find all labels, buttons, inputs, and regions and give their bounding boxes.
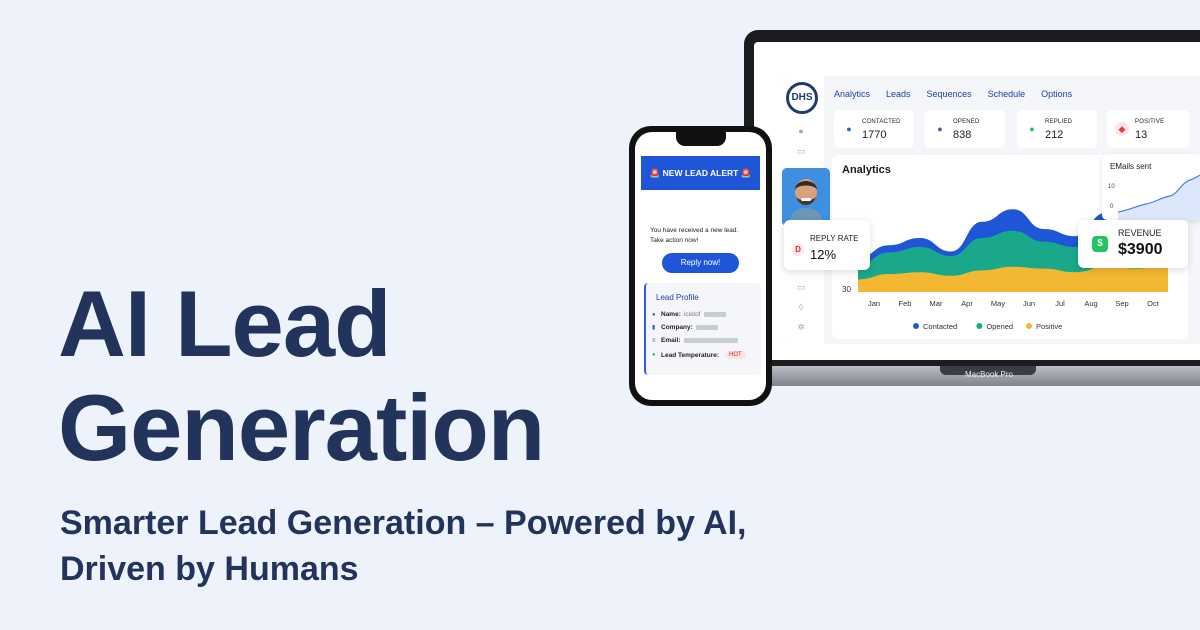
kpi-label: POSITIVE	[1135, 119, 1165, 125]
analytics-title: Analytics	[842, 164, 891, 176]
legend-swatch	[913, 323, 919, 329]
temperature-label: Lead Temperature:	[661, 351, 720, 359]
phone-notch	[676, 132, 726, 146]
user-icon: ●	[1029, 124, 1035, 134]
x-tick-label: Jan	[868, 299, 880, 308]
legend-label: Opened	[986, 322, 1013, 331]
person-icon: ●	[652, 352, 656, 358]
email-label: Email:	[661, 337, 681, 344]
kpi-label: OPENED	[953, 119, 980, 125]
dhs-logo: DHS	[786, 82, 818, 114]
x-tick-label: Apr	[961, 299, 973, 308]
laptop-label: MacBook Pro	[964, 370, 1014, 379]
hero-title: AI Lead Generation	[58, 271, 545, 480]
mail-icon[interactable]: ▭	[796, 282, 806, 292]
shield-icon: ◆	[1115, 122, 1129, 136]
emails-sent-card: EMails sent 10 0	[1102, 154, 1200, 220]
dollar-icon: $	[1092, 236, 1108, 252]
phone-mockup: 🚨 NEW LEAD ALERT 🚨 You have received a n…	[629, 126, 772, 406]
profile-email-row: ≡ Email:	[652, 337, 738, 344]
revenue-value: $3900	[1118, 241, 1163, 258]
lead-message-line2: Take action now!	[650, 237, 699, 244]
kpi-contacted: ● CONTACTED 1770	[834, 110, 914, 148]
dashboard-nav: Analytics Leads Sequences Schedule Optio…	[834, 89, 1072, 99]
hero-subtitle: Smarter Lead Generation – Powered by AI,…	[60, 500, 820, 592]
y-tick-label: 30	[842, 285, 851, 294]
hero-title-line2: Generation	[58, 375, 545, 480]
lead-message-line1: You have received a new lead.	[650, 227, 739, 234]
x-tick-label: Oct	[1147, 299, 1160, 308]
revenue-label: REVENUE	[1118, 228, 1162, 238]
redacted-bar	[703, 312, 726, 317]
nav-options[interactable]: Options	[1041, 89, 1072, 99]
hero-subtitle-line1: Smarter Lead Generation – Powered by AI,	[60, 504, 747, 542]
hot-badge: HOT	[725, 351, 746, 359]
shield-icon[interactable]: ◊	[796, 302, 806, 312]
kpi-value: 1770	[862, 129, 887, 141]
name-label: Name:	[661, 311, 681, 318]
x-tick-label: Feb	[899, 299, 912, 308]
legend-label: Contacted	[923, 322, 957, 331]
emails-sent-sparkline	[1118, 174, 1200, 220]
x-tick-label: Sep	[1115, 299, 1128, 308]
user-icon: ●	[652, 311, 656, 318]
chart-icon: ▮	[652, 324, 656, 331]
x-tick-label: May	[991, 299, 1005, 308]
nav-leads[interactable]: Leads	[886, 89, 911, 99]
x-tick-label: Jun	[1023, 299, 1035, 308]
kpi-opened: ● OPENED 838	[925, 110, 1005, 148]
legend-swatch	[976, 323, 983, 329]
lead-avatar-photo	[782, 168, 830, 226]
reply-rate-label: REPLY RATE	[810, 234, 859, 243]
legend-swatch	[1026, 323, 1032, 329]
company-label: Company:	[661, 324, 693, 331]
x-tick-label: Jul	[1055, 299, 1065, 308]
legend-label: Positive	[1036, 322, 1062, 331]
nav-schedule[interactable]: Schedule	[988, 89, 1026, 99]
redacted-bar	[683, 338, 738, 343]
kpi-value: 212	[1045, 129, 1064, 141]
gear-icon[interactable]: ✲	[796, 322, 806, 332]
name-value: icistof	[683, 311, 701, 318]
user-icon: ●	[846, 124, 852, 134]
kpi-label: CONTACTED	[862, 119, 901, 125]
revenue-card: $ REVENUE $3900	[1078, 220, 1188, 268]
phone-screen: 🚨 NEW LEAD ALERT 🚨 You have received a n…	[635, 132, 766, 400]
hero-title-line1: AI Lead	[58, 271, 392, 376]
nav-analytics[interactable]: Analytics	[834, 89, 870, 99]
lead-message: You have received a new lead. Take actio…	[650, 226, 760, 246]
reply-rate-icon: D	[792, 244, 804, 256]
user-icon[interactable]: ●	[796, 126, 806, 136]
kpi-positive: ◆ POSITIVE 13	[1107, 110, 1189, 148]
emails-tick: 0	[1110, 204, 1114, 210]
new-lead-alert-banner: 🚨 NEW LEAD ALERT 🚨	[641, 156, 760, 190]
lead-profile-card: Lead Profile ● Name: icistof ▮ Company: …	[644, 283, 761, 375]
kpi-value: 838	[953, 129, 972, 141]
profile-company-row: ▮ Company:	[652, 324, 718, 331]
hero-subtitle-line2: Driven by Humans	[60, 550, 359, 588]
user-icon: ●	[937, 124, 943, 134]
x-tick-label: Aug	[1084, 299, 1097, 308]
kpi-value: 13	[1135, 129, 1148, 141]
list-icon: ≡	[652, 337, 656, 344]
lead-profile-title: Lead Profile	[656, 293, 699, 302]
redacted-bar	[695, 325, 718, 330]
kpi-replied: ● REPLIED 212	[1017, 110, 1097, 148]
reply-rate-value: 12%	[810, 247, 837, 262]
inbox-icon[interactable]: ▭	[796, 146, 806, 156]
profile-name-row: ● Name: icistof	[652, 311, 726, 318]
profile-temperature-row: ● Lead Temperature: HOT	[652, 351, 746, 359]
x-tick-label: Mar	[930, 299, 943, 308]
kpi-label: REPLIED	[1045, 119, 1073, 125]
reply-now-button[interactable]: Reply now!	[662, 253, 739, 273]
emails-tick: 10	[1108, 184, 1115, 190]
reply-rate-card: D REPLY RATE 12%	[784, 220, 870, 270]
nav-sequences[interactable]: Sequences	[927, 89, 972, 99]
